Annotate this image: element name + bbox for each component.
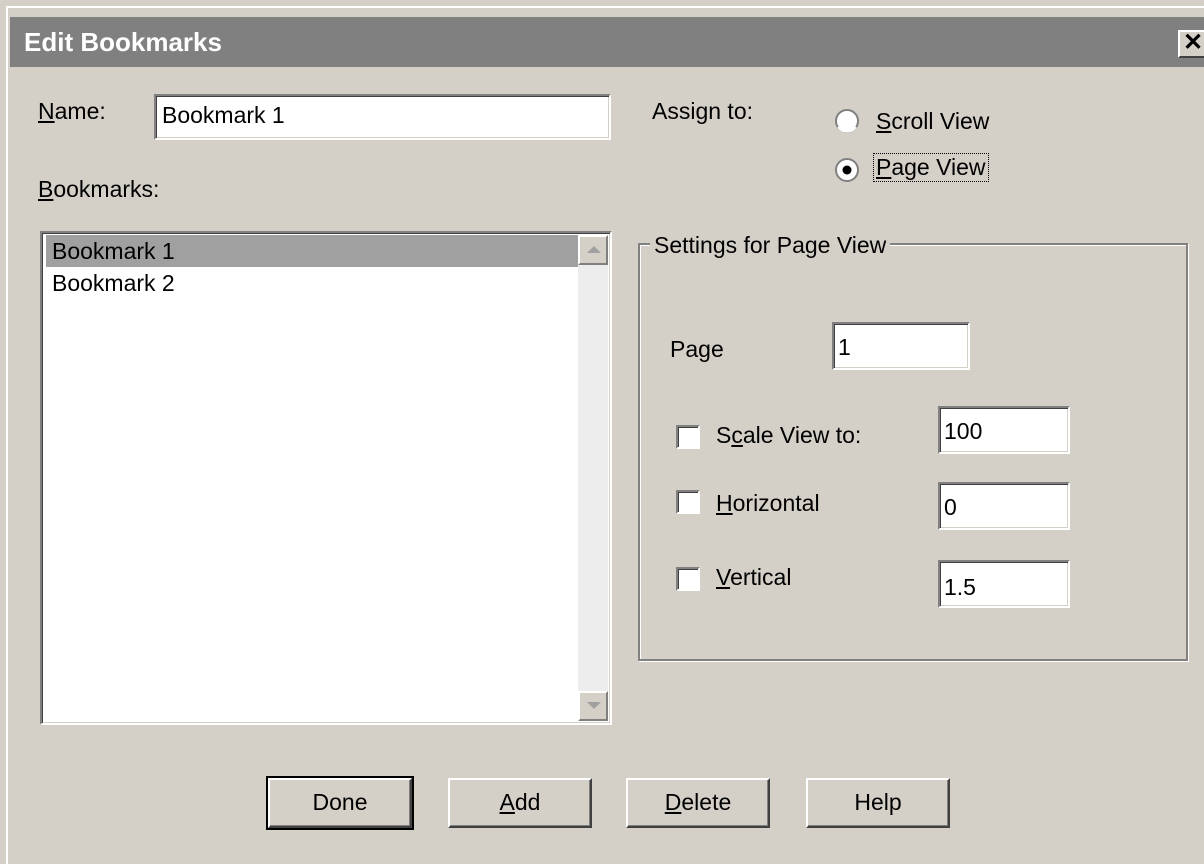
- help-button-label: Help: [854, 789, 902, 815]
- list-scrollbar[interactable]: [578, 235, 608, 721]
- horizontal-input-value: 0: [944, 494, 957, 520]
- name-input[interactable]: Bookmark 1: [154, 94, 611, 140]
- close-button[interactable]: ✕: [1178, 30, 1204, 58]
- scroll-view-label[interactable]: Scroll View: [876, 108, 989, 135]
- title-bar: Edit Bookmarks ✕: [10, 17, 1204, 67]
- arrow-down-icon: [587, 702, 601, 709]
- scale-view-input[interactable]: 100: [938, 406, 1070, 454]
- vertical-input-value: 1.5: [944, 574, 976, 600]
- add-button[interactable]: Add: [448, 778, 592, 828]
- horizontal-checkbox[interactable]: [676, 490, 700, 514]
- name-label: Name:: [38, 98, 106, 124]
- page-view-label[interactable]: Page View: [873, 153, 989, 182]
- bookmarks-listbox[interactable]: Bookmark 1 Bookmark 2: [40, 231, 612, 725]
- arrow-up-icon: [587, 246, 601, 253]
- assign-to-label: Assign to:: [652, 98, 753, 124]
- page-input-value: 1: [838, 334, 851, 360]
- scroll-down-button[interactable]: [578, 691, 608, 721]
- bookmarks-label: Bookmarks:: [38, 176, 160, 202]
- name-input-value: Bookmark 1: [162, 102, 285, 128]
- close-icon: ✕: [1182, 29, 1204, 56]
- scale-view-input-value: 100: [944, 418, 983, 444]
- settings-group-title: Settings for Page View: [650, 232, 891, 259]
- done-button[interactable]: Done: [266, 776, 414, 830]
- settings-groupbox: [638, 243, 1188, 661]
- help-button[interactable]: Help: [806, 778, 950, 828]
- list-item[interactable]: Bookmark 1: [46, 235, 584, 267]
- page-label: Page: [670, 336, 724, 362]
- done-button-label: Done: [312, 789, 368, 815]
- scale-view-label[interactable]: Scale View to:: [716, 422, 861, 449]
- scroll-view-radio[interactable]: [834, 108, 860, 134]
- scale-view-checkbox[interactable]: [676, 425, 700, 449]
- horizontal-label[interactable]: Horizontal: [716, 490, 820, 517]
- vertical-checkbox[interactable]: [676, 567, 700, 591]
- scroll-up-button[interactable]: [578, 235, 608, 265]
- vertical-label[interactable]: Vertical: [716, 564, 791, 591]
- delete-button[interactable]: Delete: [626, 778, 770, 828]
- page-view-radio[interactable]: [834, 157, 860, 183]
- dialog-title: Edit Bookmarks: [24, 27, 222, 57]
- vertical-input[interactable]: 1.5: [938, 560, 1070, 608]
- list-item[interactable]: Bookmark 2: [46, 267, 584, 299]
- horizontal-input[interactable]: 0: [938, 482, 1070, 530]
- page-input[interactable]: 1: [832, 322, 970, 370]
